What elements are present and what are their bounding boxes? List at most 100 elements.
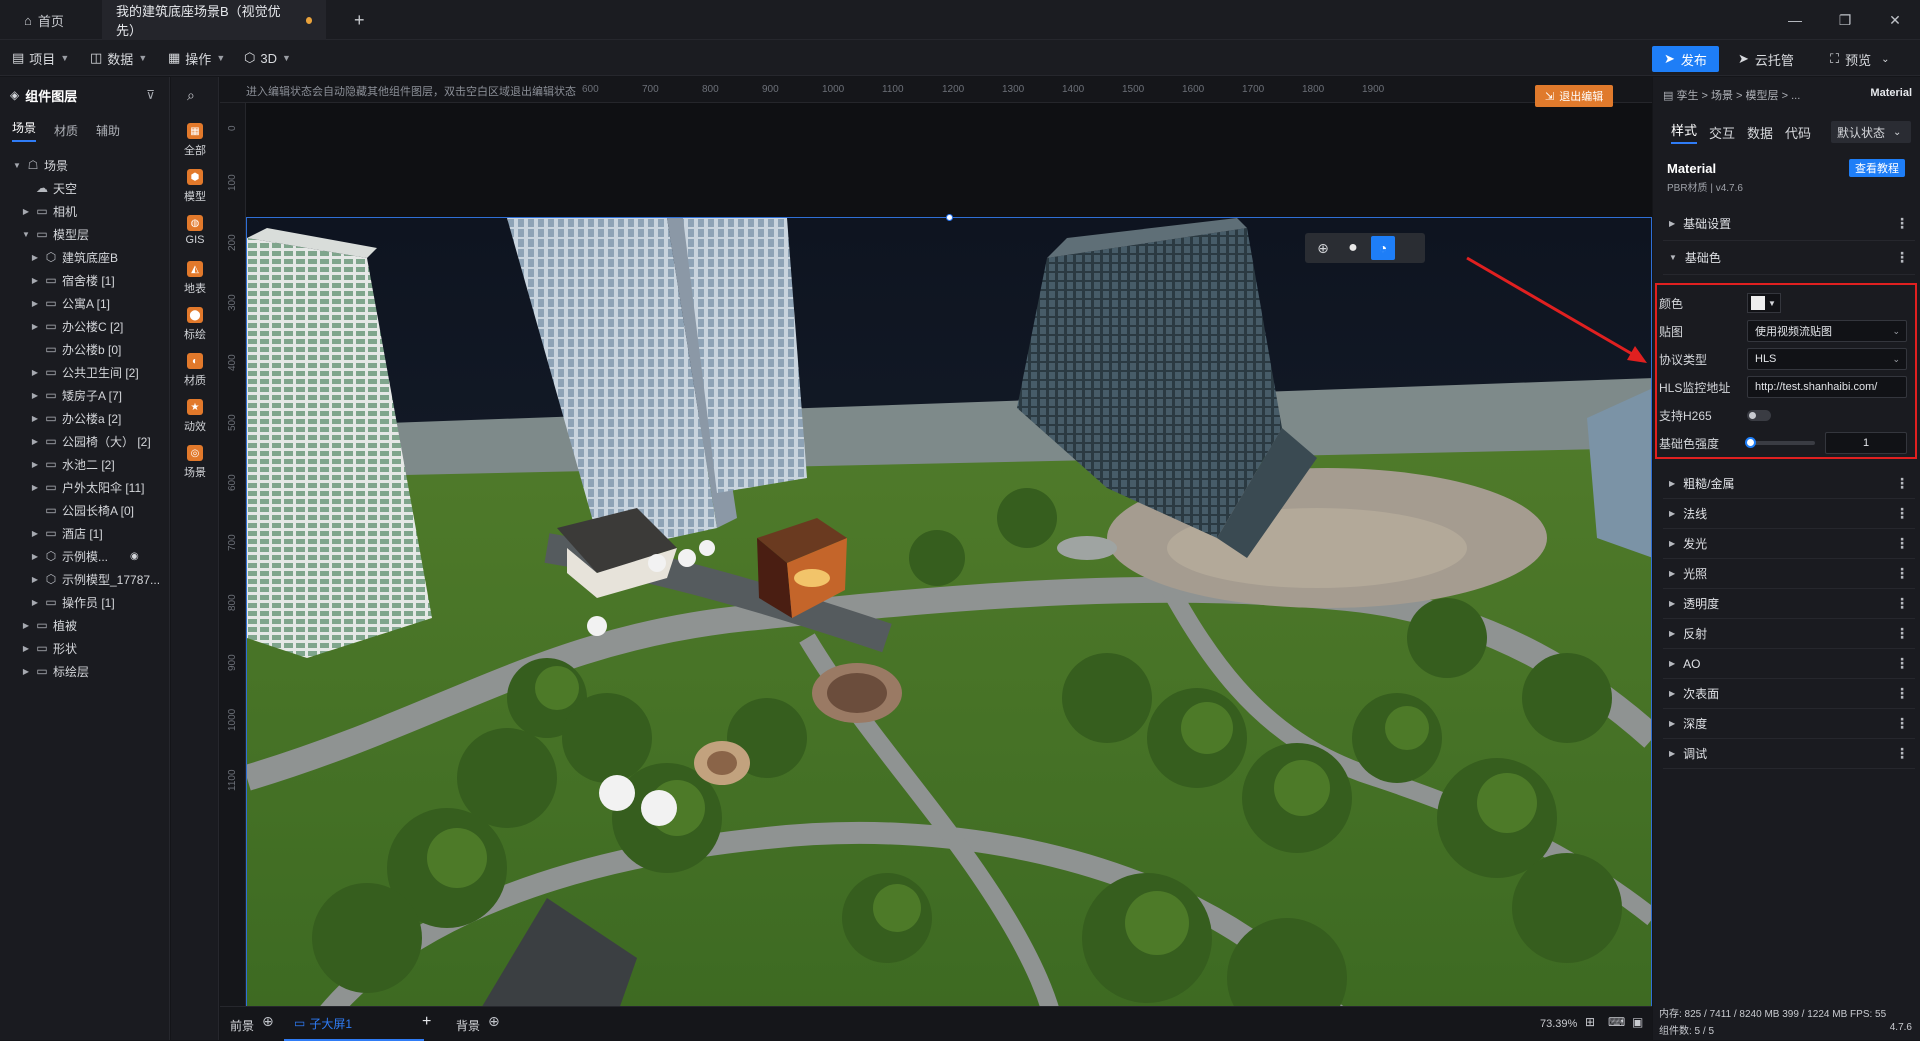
- layer-tree-item[interactable]: ▶ ▭ 酒店 [1]: [0, 521, 103, 545]
- orbit-view-icon[interactable]: ◔: [1371, 236, 1395, 260]
- more-icon[interactable]: ⋮: [1895, 655, 1909, 672]
- property-section[interactable]: ▶ 透明度 ⋮: [1663, 589, 1915, 619]
- rail-item[interactable]: ⬢ 模型: [171, 169, 219, 204]
- rail-item[interactable]: ◍ GIS: [171, 215, 219, 246]
- layer-tree-item[interactable]: ▭ 办公楼b [0]: [0, 337, 121, 361]
- home-tab[interactable]: ⌂ 首页: [10, 0, 78, 40]
- tab-sub-screen[interactable]: ▭ 子大屏1: [284, 1007, 424, 1041]
- layer-tree-item[interactable]: ▶ ⬡ 建筑底座B: [0, 245, 118, 269]
- layer-tree-item[interactable]: ▶ ▭ 形状: [0, 636, 77, 660]
- tab-style[interactable]: 样式: [1671, 120, 1698, 144]
- state-select[interactable]: 默认状态 ⌄: [1831, 121, 1911, 143]
- chevron-right-icon[interactable]: ▶: [30, 529, 40, 538]
- search-icon[interactable]: ⌕: [187, 87, 195, 104]
- hls-url-input[interactable]: http://test.shanhaibi.com/: [1747, 376, 1907, 398]
- layer-tree-item[interactable]: ▶ ▭ 矮房子A [7]: [0, 383, 122, 407]
- tab-foreground[interactable]: 前景: [230, 1017, 254, 1034]
- restore-icon[interactable]: ❐: [1822, 0, 1868, 40]
- menu-project[interactable]: ▤ 项目 ▼: [12, 40, 69, 76]
- layer-tree-item[interactable]: ▶ ▭ 标绘层: [0, 659, 89, 683]
- rail-item[interactable]: ▦ 全部: [171, 123, 219, 158]
- add-foreground-icon[interactable]: ⊕: [262, 1013, 274, 1030]
- minimize-icon[interactable]: —: [1772, 0, 1818, 40]
- property-section[interactable]: ▶ 调试 ⋮: [1663, 739, 1915, 769]
- chevron-right-icon[interactable]: ▶: [30, 598, 40, 607]
- layer-tree-item[interactable]: ▶ ▭ 公寓A [1]: [0, 291, 110, 315]
- chevron-right-icon[interactable]: ▶: [30, 368, 40, 377]
- selection-handle[interactable]: [946, 214, 953, 221]
- map-select[interactable]: 使用视频流贴图 ⌄: [1747, 320, 1907, 342]
- layer-tree-item[interactable]: ▶ ▭ 相机: [0, 199, 77, 223]
- chevron-right-icon[interactable]: ▶: [21, 667, 31, 676]
- layer-tree-item[interactable]: ▶ ▭ 操作员 [1]: [0, 590, 115, 614]
- globe-view-icon[interactable]: ⊕: [1311, 236, 1335, 260]
- tab-scene[interactable]: 场景: [12, 119, 37, 142]
- layer-tree-item[interactable]: ▶ ▭ 办公楼a [2]: [0, 406, 121, 430]
- more-icon[interactable]: ⋮: [1895, 535, 1909, 552]
- rail-item[interactable]: ◭ 地表: [171, 261, 219, 296]
- rail-item[interactable]: ◐ 材质: [171, 353, 219, 388]
- protocol-select[interactable]: HLS ⌄: [1747, 348, 1907, 370]
- more-icon[interactable]: ⋮: [1895, 745, 1909, 762]
- chevron-right-icon[interactable]: ▶: [21, 644, 31, 653]
- tab-code[interactable]: 代码: [1785, 123, 1811, 142]
- chevron-right-icon[interactable]: ▶: [30, 391, 40, 400]
- property-section[interactable]: ▶ 次表面 ⋮: [1663, 679, 1915, 709]
- preview-button[interactable]: ⛶ 预览 ⌄: [1818, 46, 1902, 72]
- tab-interaction[interactable]: 交互: [1709, 123, 1735, 142]
- chevron-right-icon[interactable]: ▶: [30, 575, 40, 584]
- project-tab[interactable]: 我的建筑底座场景B（视觉优先）: [102, 0, 326, 40]
- tab-data[interactable]: 数据: [1747, 123, 1773, 142]
- layer-tree-item[interactable]: ▶ ▭ 水池二 [2]: [0, 452, 115, 476]
- chevron-right-icon[interactable]: ▶: [21, 621, 31, 630]
- publish-button[interactable]: ➤ 发布: [1652, 46, 1719, 72]
- fit-icon[interactable]: ⊞: [1585, 1015, 1595, 1029]
- add-background-icon[interactable]: ⊕: [488, 1013, 500, 1030]
- rail-item[interactable]: ★ 动效: [171, 399, 219, 434]
- close-icon[interactable]: ✕: [1872, 0, 1918, 40]
- property-section[interactable]: ▶ 深度 ⋮: [1663, 709, 1915, 739]
- chevron-right-icon[interactable]: ▶: [30, 460, 40, 469]
- layer-tree-item[interactable]: ▶ ▭ 户外太阳伞 [11]: [0, 475, 145, 499]
- chevron-down-icon[interactable]: ▼: [12, 161, 22, 170]
- chevron-right-icon[interactable]: ▶: [30, 552, 40, 561]
- rail-item[interactable]: ◎ 场景: [171, 445, 219, 480]
- property-section[interactable]: ▶ 光照 ⋮: [1663, 559, 1915, 589]
- cloud-hosting-button[interactable]: ➤ 云托管: [1726, 46, 1806, 72]
- chevron-right-icon[interactable]: ▶: [30, 414, 40, 423]
- property-section[interactable]: ▶ 反射 ⋮: [1663, 619, 1915, 649]
- menu-data[interactable]: ◫ 数据 ▼: [90, 40, 147, 76]
- 3d-viewport[interactable]: ⊕ ● ◔: [246, 217, 1652, 1014]
- rail-item[interactable]: ⬤ 标绘: [171, 307, 219, 342]
- more-icon[interactable]: ⋮: [1895, 505, 1909, 522]
- more-icon[interactable]: ⋮: [1895, 565, 1909, 582]
- color-swatch[interactable]: ▼: [1747, 293, 1781, 313]
- layer-tree-item[interactable]: ▶ ▭ 办公楼C [2]: [0, 314, 123, 338]
- chevron-right-icon[interactable]: ▶: [30, 253, 40, 262]
- strength-slider[interactable]: [1745, 437, 1815, 448]
- layout-icon[interactable]: ▣: [1632, 1015, 1643, 1029]
- exit-edit-button[interactable]: ⇲ 退出编辑: [1535, 85, 1614, 107]
- chevron-right-icon[interactable]: ▶: [30, 322, 40, 331]
- chevron-right-icon[interactable]: ▶: [30, 437, 40, 446]
- tab-background[interactable]: 背景: [456, 1017, 480, 1034]
- tab-material[interactable]: 材质: [54, 122, 78, 139]
- layer-tree-item[interactable]: ▶ ▭ 植被: [0, 613, 77, 637]
- canvas-area[interactable]: 进入编辑状态会自动隐藏其他组件图层，双击空白区域退出编辑状态 600 700 800…: [220, 77, 1652, 1040]
- menu-3d[interactable]: ⬡ 3D ▼: [244, 40, 291, 76]
- more-icon[interactable]: ⋮: [1895, 685, 1909, 702]
- chevron-right-icon[interactable]: ▶: [30, 483, 40, 492]
- property-section[interactable]: ▶ AO ⋮: [1663, 649, 1915, 679]
- layer-tree-item[interactable]: ▶ ▭ 公共卫生间 [2]: [0, 360, 139, 384]
- layer-tree-item[interactable]: ▶ ▭ 公园椅（大） [2]: [0, 429, 151, 453]
- more-icon[interactable]: ⋮: [1895, 715, 1909, 732]
- chevron-right-icon[interactable]: ▶: [30, 299, 40, 308]
- add-screen-button[interactable]: +: [422, 1013, 431, 1031]
- filter-icon[interactable]: ⊽: [146, 88, 155, 102]
- layer-tree-item[interactable]: ▶ ▭ 宿舍楼 [1]: [0, 268, 115, 292]
- layer-tree-item[interactable]: ▼ ☖ 场景: [0, 153, 68, 177]
- more-icon[interactable]: ⋮: [1895, 625, 1909, 642]
- new-tab-button[interactable]: +: [340, 0, 379, 40]
- section-base-color[interactable]: ▼ 基础色 ⋮: [1663, 241, 1915, 275]
- chevron-right-icon[interactable]: ▶: [21, 207, 31, 216]
